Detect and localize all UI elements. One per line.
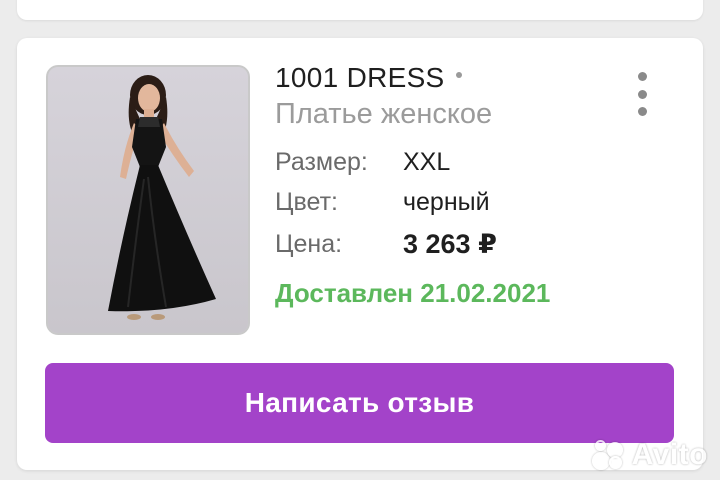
more-options-button[interactable] <box>628 72 656 116</box>
attribute-color: Цвет: черный <box>275 188 635 220</box>
order-card: 1001 DRESS Платье женское Размер: XXL Цв… <box>17 38 703 470</box>
product-title: Платье женское <box>275 98 493 130</box>
attribute-value: черный <box>403 188 490 216</box>
brand-dot-icon <box>455 72 462 78</box>
watermark-text: Avito <box>631 438 708 471</box>
dress-photo-icon <box>48 67 248 333</box>
previous-order-card <box>17 0 703 20</box>
more-vertical-icon <box>637 107 647 116</box>
brand-name[interactable]: 1001 DRESS <box>275 62 445 94</box>
more-vertical-icon <box>637 89 647 99</box>
product-image[interactable] <box>46 65 250 335</box>
attribute-label: Размер: <box>275 148 368 176</box>
attribute-label: Цвет: <box>275 188 338 216</box>
avito-watermark: Avito <box>591 438 708 472</box>
attribute-value: XXL <box>403 148 451 176</box>
attribute-label: Цена: <box>275 230 343 258</box>
attribute-size: Размер: XXL <box>275 148 635 180</box>
brand-row: 1001 DRESS <box>275 62 462 94</box>
price-value: 3 263 ₽ <box>403 229 497 259</box>
more-vertical-icon <box>637 72 647 81</box>
attribute-price: Цена: 3 263 ₽ <box>275 229 635 262</box>
avito-logo-icon <box>591 440 626 470</box>
delivery-status: Доставлен 21.02.2021 <box>275 278 551 308</box>
write-review-button[interactable]: Написать отзыв <box>45 363 674 443</box>
